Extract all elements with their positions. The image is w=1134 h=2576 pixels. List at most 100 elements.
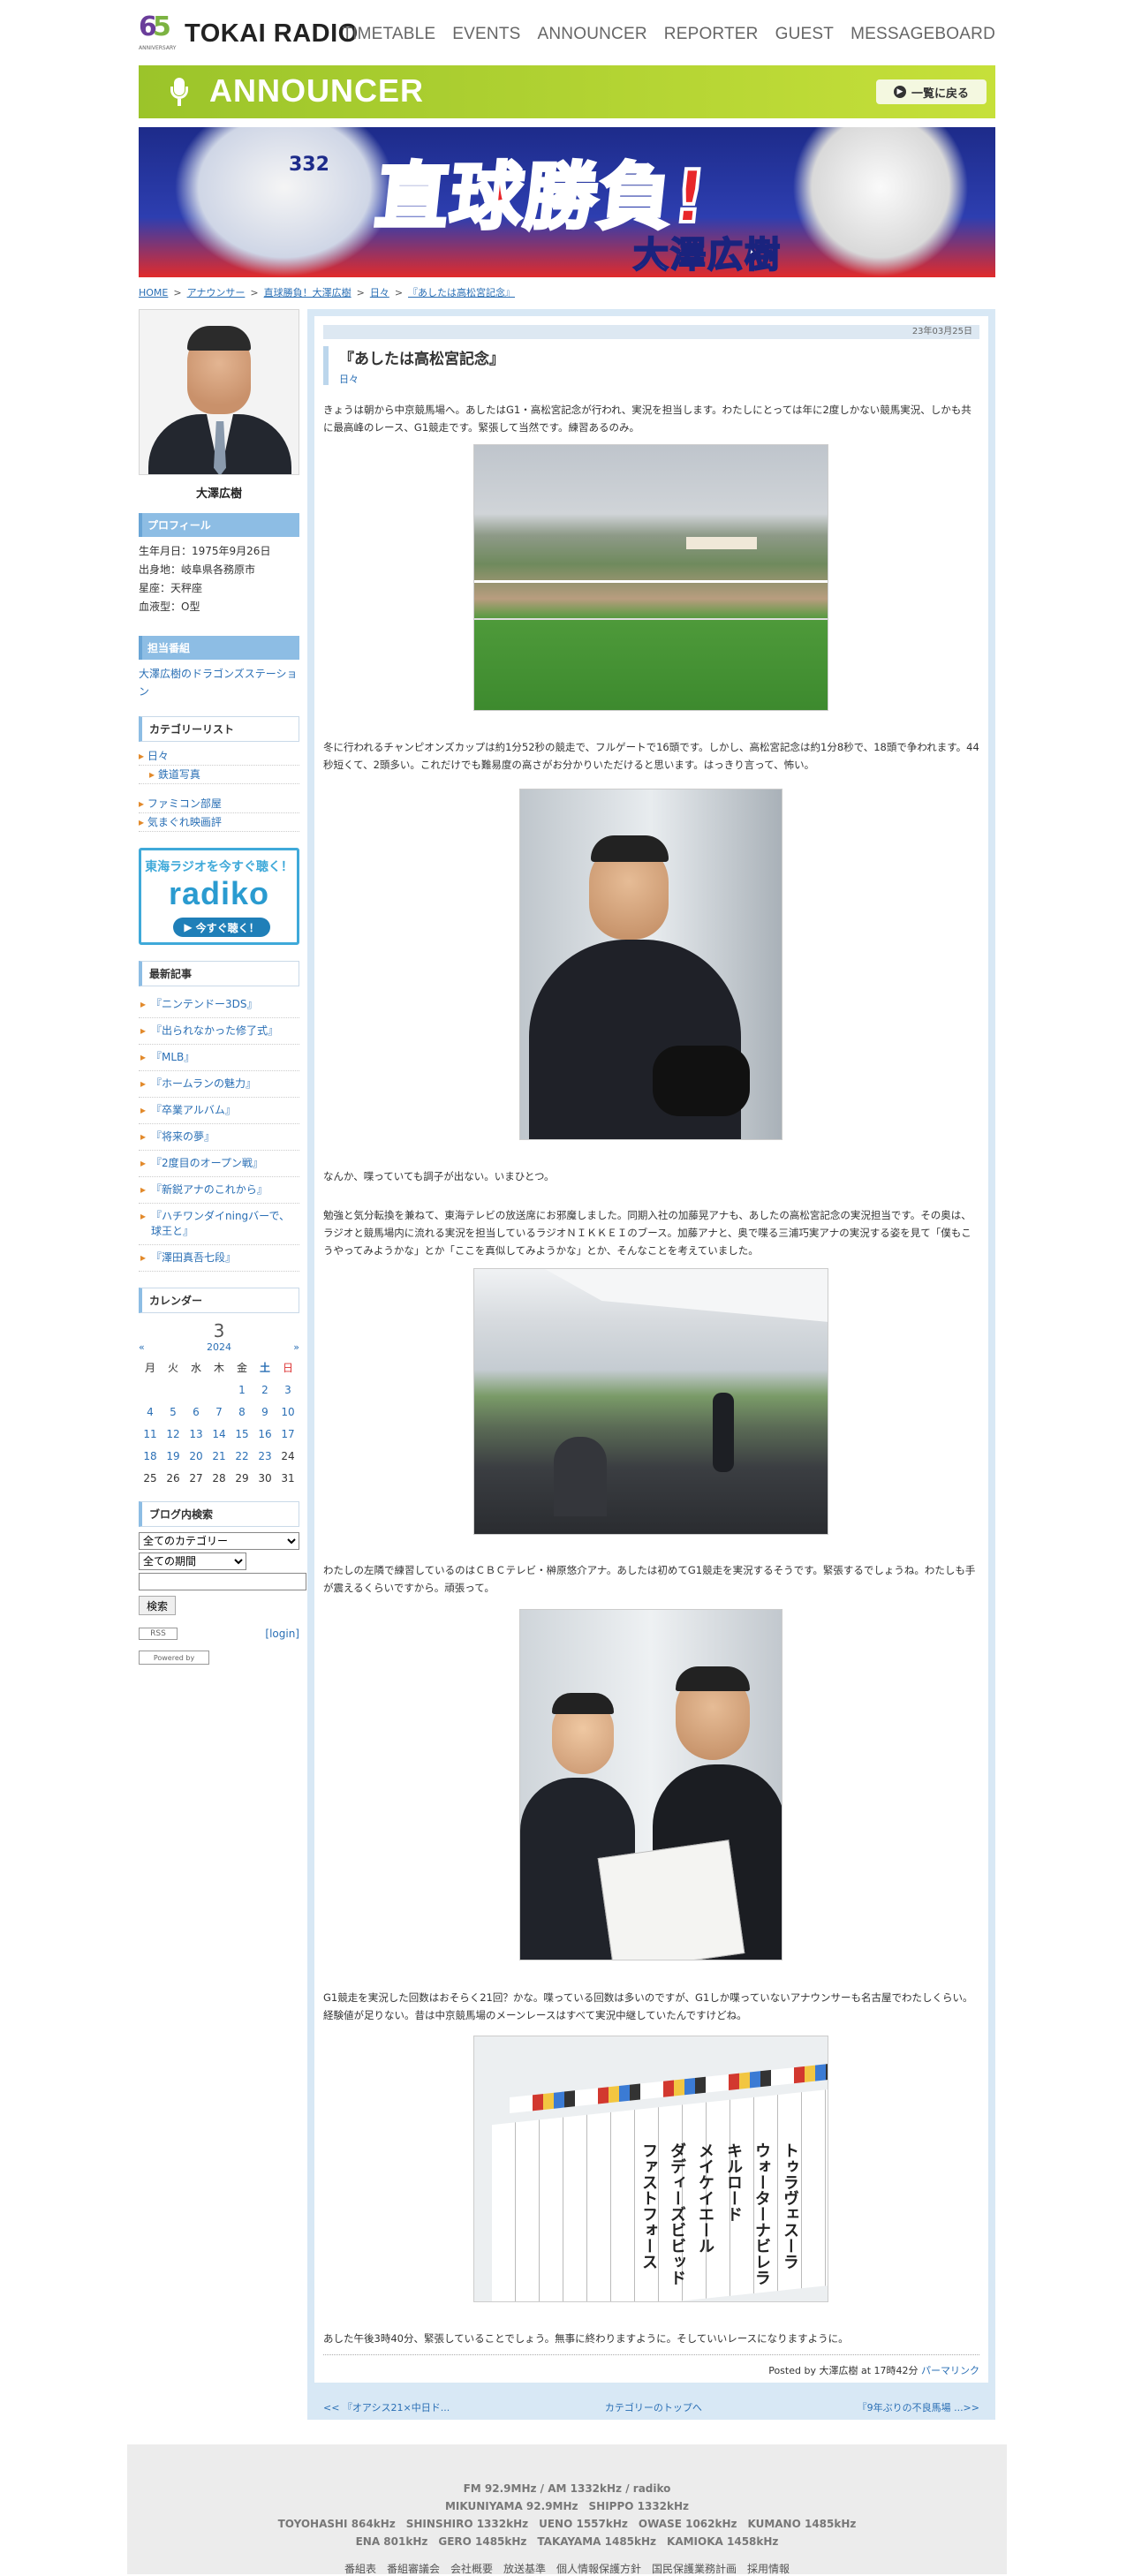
announcer-binoculars-photo — [519, 789, 782, 1140]
nav-guest[interactable]: GUEST — [775, 25, 834, 44]
calendar-day[interactable]: 3 — [276, 1379, 299, 1401]
calendar-day[interactable]: 13 — [185, 1423, 208, 1445]
calendar-day — [208, 1379, 231, 1401]
calendar-day[interactable]: 2 — [253, 1379, 276, 1401]
program-link[interactable]: 大澤広樹のドラゴンズステーション — [139, 665, 299, 700]
recent-post-link[interactable]: 『将来の夢』 — [151, 1130, 215, 1143]
calendar-day[interactable]: 1 — [231, 1379, 253, 1401]
calendar-day[interactable]: 12 — [162, 1423, 185, 1445]
powered-by-badge[interactable]: Powered by — [139, 1651, 209, 1665]
nav-announcer[interactable]: ANNOUNCER — [538, 25, 647, 44]
calendar-day[interactable]: 23 — [253, 1445, 276, 1467]
calendar-day[interactable]: 10 — [276, 1401, 299, 1423]
post-paragraph: きょうは朝から中京競馬場へ。あしたはG1・高松宮記念が行われ、実況を担当します。… — [323, 404, 971, 434]
calendar-next[interactable]: » — [293, 1341, 299, 1353]
next-post-link[interactable]: 『9年ぶりの不良馬場 ...>> — [858, 2400, 979, 2414]
recent-post-item[interactable]: 『新鋭アナのこれから』 — [139, 1177, 299, 1204]
calendar-day[interactable]: 21 — [208, 1445, 231, 1467]
recent-post-link[interactable]: 『2度目のオープン戦』 — [151, 1157, 263, 1169]
category-link[interactable]: 日々 — [147, 750, 169, 762]
chevron-right-icon: > — [173, 286, 182, 298]
calendar-year-nav: « 2024 » — [139, 1341, 299, 1353]
search-button[interactable]: 検索 — [139, 1596, 176, 1615]
category-item[interactable]: 気まぐれ映画評 — [139, 813, 299, 832]
login-link[interactable]: [login] — [265, 1628, 299, 1640]
radiko-banner[interactable]: 東海ラジオを今すぐ聴く！ radiko ▶ 今すぐ聴く！ — [139, 848, 299, 945]
footer-links[interactable]: 番組表 番組審議会 会社概要 放送基準 個人情報保護方針 国民保護業務計画 採用… — [127, 2561, 1007, 2576]
post-footer: Posted by 大澤広樹 at 17時42分 パーマリンク — [323, 2363, 979, 2377]
post-category-link[interactable]: 日々 — [339, 372, 979, 386]
search-category-select[interactable]: 全てのカテゴリー — [139, 1532, 299, 1550]
recent-post-item[interactable]: 『将来の夢』 — [139, 1124, 299, 1151]
breadcrumb-post[interactable]: 『あしたは高松宮記念』 — [408, 285, 515, 299]
recent-post-link[interactable]: 『新鋭アナのこれから』 — [151, 1183, 268, 1196]
category-link[interactable]: ファミコン部屋 — [147, 797, 222, 810]
recent-post-item[interactable]: 『澤田真吾七段』 — [139, 1245, 299, 1272]
back-to-list-button[interactable]: ▶ 一覧に戻る — [876, 79, 987, 104]
category-item[interactable]: 日々 — [139, 747, 299, 766]
search-input[interactable] — [139, 1573, 306, 1590]
breadcrumb-home[interactable]: HOME — [139, 287, 168, 298]
category-list: 日々 鉄道写真 — [139, 747, 299, 784]
category-top-link[interactable]: カテゴリーのトップへ — [605, 2400, 702, 2414]
recent-post-item[interactable]: 『出られなかった修了式』 — [139, 1018, 299, 1045]
calendar-day: 25 — [143, 1471, 157, 1484]
calendar-day[interactable]: 15 — [231, 1423, 253, 1445]
calendar-day[interactable]: 11 — [139, 1423, 162, 1445]
calendar-day[interactable]: 14 — [208, 1423, 231, 1445]
calendar-day[interactable]: 20 — [185, 1445, 208, 1467]
recent-post-item[interactable]: 『ニンテンドー3DS』 — [139, 992, 299, 1018]
calendar-day[interactable]: 9 — [253, 1401, 276, 1423]
chevron-right-icon: > — [250, 286, 259, 298]
post-pager: << 『オアシス21×中日ド... カテゴリーのトップへ 『9年ぶりの不良馬場 … — [314, 2395, 988, 2420]
recent-post-link[interactable]: 『MLB』 — [151, 1051, 194, 1063]
category-list-2: ファミコン部屋 気まぐれ映画評 — [139, 795, 299, 832]
recent-post-item[interactable]: 『ホームランの魅力』 — [139, 1071, 299, 1098]
recent-post-link[interactable]: 『澤田真吾七段』 — [151, 1251, 236, 1264]
calendar-day[interactable]: 7 — [208, 1401, 231, 1423]
recent-post-link[interactable]: 『ハチワンダイningバーで、球王と』 — [151, 1210, 290, 1237]
recent-post-link[interactable]: 『ホームランの魅力』 — [151, 1077, 256, 1090]
calendar-day[interactable]: 18 — [139, 1445, 162, 1467]
calendar-day[interactable]: 5 — [162, 1401, 185, 1423]
calendar-prev[interactable]: « — [139, 1341, 145, 1353]
post-paragraph: G1競走を実況した回数はおそらく21回？かな。喋っている回数は多いのですが、G1… — [323, 1991, 973, 2021]
breadcrumb-category[interactable]: 日々 — [370, 285, 389, 299]
recent-post-item[interactable]: 『MLB』 — [139, 1045, 299, 1071]
calendar-day[interactable]: 8 — [231, 1401, 253, 1423]
recent-post-link[interactable]: 『卒業アルバム』 — [151, 1104, 236, 1116]
search-period-select[interactable]: 全ての期間 — [139, 1552, 246, 1570]
category-link[interactable]: 鉄道写真 — [158, 768, 200, 781]
rss-icon[interactable]: RSS — [139, 1628, 178, 1640]
calendar-day: 27 — [189, 1471, 203, 1484]
board-horse-name: ファストフォース — [639, 2142, 658, 2270]
recent-post-item[interactable]: 『2度目のオープン戦』 — [139, 1151, 299, 1177]
breadcrumb-announcer[interactable]: アナウンサー — [187, 285, 246, 299]
calendar-day[interactable]: 6 — [185, 1401, 208, 1423]
search-heading: ブログ内検索 — [139, 1501, 299, 1527]
recent-post-item[interactable]: 『ハチワンダイningバーで、球王と』 — [139, 1204, 299, 1245]
breadcrumb-blog[interactable]: 直球勝負！大澤広樹 — [264, 285, 352, 299]
calendar-day[interactable]: 19 — [162, 1445, 185, 1467]
category-item[interactable]: 鉄道写真 — [139, 766, 299, 784]
calendar-day[interactable]: 22 — [231, 1445, 253, 1467]
calendar-day[interactable]: 17 — [276, 1423, 299, 1445]
calendar-day[interactable]: 16 — [253, 1423, 276, 1445]
category-link[interactable]: 気まぐれ映画評 — [147, 816, 222, 828]
recent-post-link[interactable]: 『出られなかった修了式』 — [151, 1024, 278, 1037]
nav-timetable[interactable]: TIMETABLE — [342, 25, 435, 44]
nav-events[interactable]: EVENTS — [452, 25, 520, 44]
calendar-day[interactable]: 4 — [139, 1401, 162, 1423]
recent-post-item[interactable]: 『卒業アルバム』 — [139, 1098, 299, 1124]
permalink[interactable]: パーマリンク — [921, 2365, 979, 2376]
nav-reporter[interactable]: REPORTER — [664, 25, 759, 44]
nav-messageboard[interactable]: MESSAGEBOARD — [850, 25, 995, 44]
recent-post-link[interactable]: 『ニンテンドー3DS』 — [151, 998, 258, 1010]
prev-post-link[interactable]: << 『オアシス21×中日ド... — [323, 2400, 450, 2414]
profile-birthday: 生年月日：1975年9月26日 — [139, 545, 271, 557]
profile-name: 大澤広樹 — [195, 487, 242, 501]
broadcast-booth-photo — [473, 1268, 828, 1535]
section-title: ANNOUNCER — [209, 72, 424, 109]
category-item[interactable]: ファミコン部屋 — [139, 795, 299, 813]
radiko-listen-button[interactable]: ▶ 今すぐ聴く！ — [173, 918, 270, 937]
